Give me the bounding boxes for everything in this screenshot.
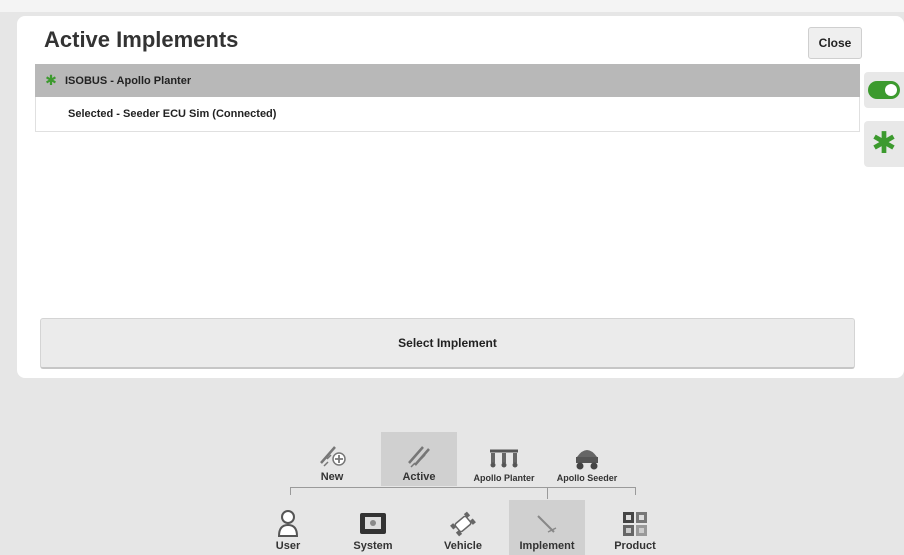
nav-connector-tick (290, 487, 291, 495)
main-nav-vehicle[interactable]: Vehicle (432, 500, 494, 555)
toggle-switch-icon (868, 81, 900, 99)
main-nav-product[interactable]: Product (605, 500, 665, 555)
implement-list-item[interactable]: Selected - Seeder ECU Sim (Connected) (35, 97, 860, 132)
sub-nav-active[interactable]: Active (381, 432, 457, 486)
sub-nav-new[interactable]: New (307, 432, 357, 486)
star-icon: ✱ (871, 127, 897, 160)
active-star-icon: ✱ (45, 72, 57, 88)
main-nav-system[interactable]: System (342, 500, 404, 555)
close-button[interactable]: Close (808, 27, 862, 59)
planter-icon (490, 449, 518, 468)
nav-connector-tick (635, 487, 636, 495)
main-nav-label: Implement (519, 540, 575, 552)
vehicle-icon (450, 511, 476, 537)
implement-name: ISOBUS - Apollo Planter (65, 74, 192, 87)
implement-list: ✱ ISOBUS - Apollo Planter Selected - See… (35, 64, 860, 134)
select-implement-button[interactable]: Select Implement (40, 318, 855, 369)
sub-nav-label: Apollo Planter (473, 473, 535, 483)
seeder-icon (576, 450, 598, 470)
implement-list-header[interactable]: ✱ ISOBUS - Apollo Planter (35, 64, 860, 97)
toggle-button[interactable] (864, 72, 904, 108)
page-title: Active Implements (44, 27, 239, 52)
sub-nav-label: Apollo Seeder (556, 473, 618, 483)
star-button[interactable]: ✱ (864, 121, 904, 167)
new-implement-icon (320, 446, 346, 467)
top-strip (0, 0, 904, 12)
sub-nav-apollo-seeder[interactable]: Apollo Seeder (546, 432, 628, 486)
main-nav-label: System (353, 540, 393, 552)
sub-nav-label: Active (402, 471, 436, 483)
system-icon (360, 513, 386, 534)
sub-nav-apollo-planter[interactable]: Apollo Planter (465, 432, 543, 486)
main-nav-label: User (275, 540, 301, 552)
nav-connector-stem (547, 487, 548, 499)
implement-icon (537, 515, 557, 533)
main-nav-label: Vehicle (444, 540, 482, 552)
user-icon (277, 510, 299, 537)
main-nav-user[interactable]: User (262, 500, 314, 555)
nav-connector-line (290, 487, 636, 488)
sub-nav-label: New (320, 471, 344, 483)
main-nav-label: Product (614, 540, 656, 552)
main-nav-implement[interactable]: Implement (509, 500, 585, 555)
active-implement-icon (408, 446, 430, 468)
product-icon (623, 512, 647, 536)
